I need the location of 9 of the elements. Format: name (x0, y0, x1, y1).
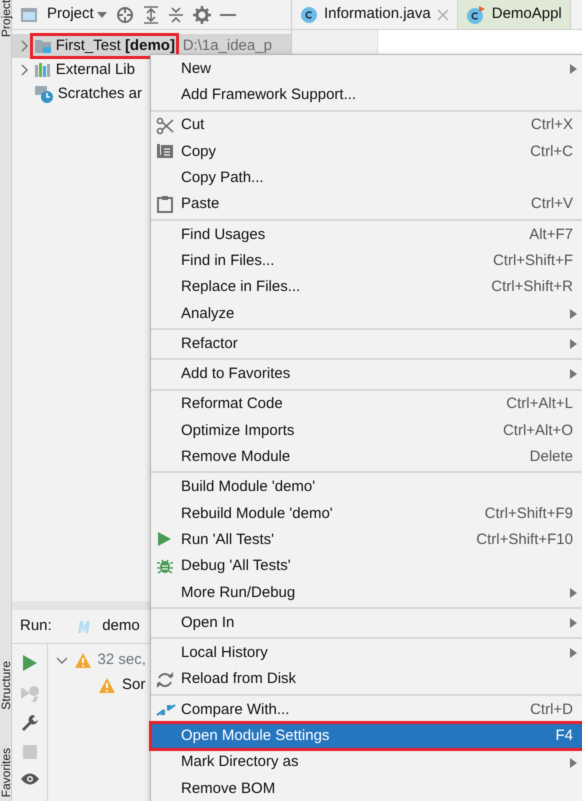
path-text: D:\1a_idea_p (182, 36, 272, 56)
tree-label: Scratches ar (58, 84, 142, 103)
tab-label: Information.java (324, 4, 431, 24)
tree-label: External Lib (56, 60, 135, 79)
tree-label: First_Test [demo] (56, 36, 175, 55)
panel-label: Run: (20, 616, 52, 636)
tab-label: DemoAppl (492, 4, 562, 24)
result-text: Sor (122, 675, 146, 696)
result-text: 32 sec, (98, 650, 146, 670)
